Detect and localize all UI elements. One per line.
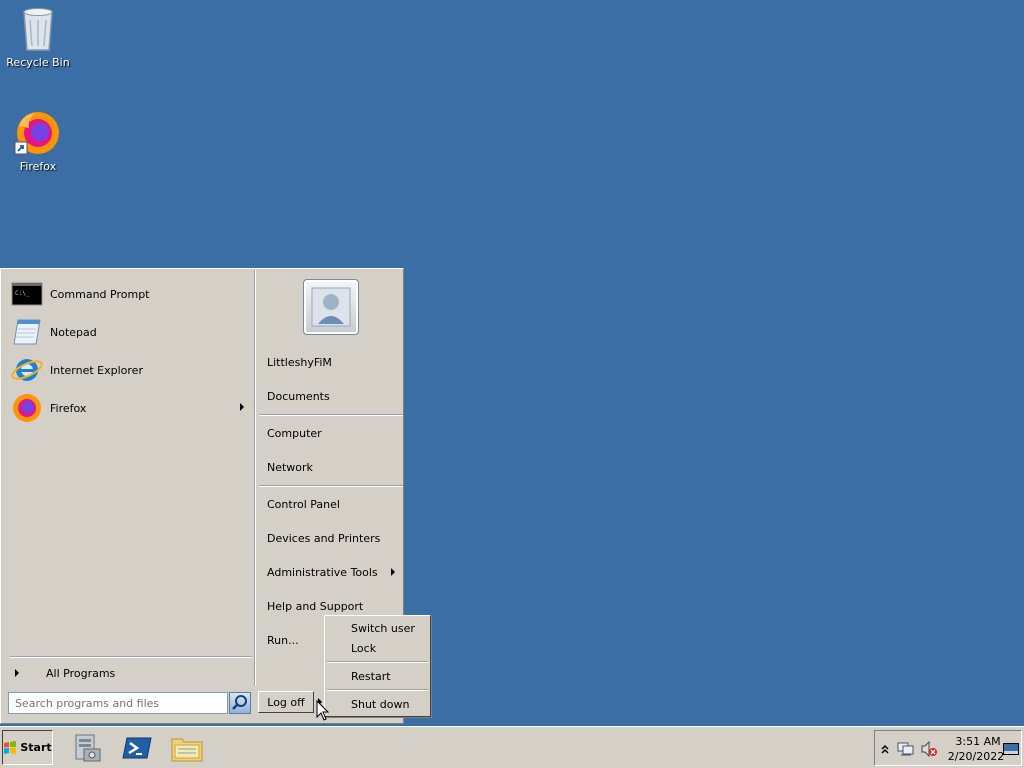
menu-item-switch-user[interactable]: Switch user [351, 619, 415, 637]
submenu-arrow-icon [391, 568, 395, 576]
pinned-label: Notepad [50, 325, 97, 339]
pinned-notepad[interactable]: Notepad [10, 314, 250, 350]
firefox-icon [13, 394, 41, 422]
taskbar-powershell[interactable] [120, 731, 154, 765]
control-panel-link[interactable]: Control Panel [267, 494, 401, 514]
firefox-icon [14, 112, 59, 155]
divider [259, 485, 403, 487]
pinned-internet-explorer[interactable]: Internet Explorer [10, 352, 250, 388]
svg-text:C:\_: C:\_ [15, 290, 30, 297]
divider [327, 661, 428, 663]
pinned-label: Firefox [50, 401, 87, 415]
command-prompt-icon: C:\_ [11, 282, 43, 306]
start-button[interactable]: Start [2, 730, 53, 765]
computer-label: Computer [267, 426, 322, 440]
submenu-arrow-icon [240, 403, 244, 411]
divider [254, 270, 256, 686]
log-off-label: Log off [267, 695, 305, 709]
mouse-cursor-icon [316, 700, 330, 721]
triangle-right-icon [15, 669, 19, 677]
server-manager-icon [75, 734, 101, 762]
menu-item-label: Switch user [351, 621, 415, 635]
clock-time[interactable]: 3:51 AM [953, 735, 1003, 748]
menu-item-restart[interactable]: Restart [351, 667, 391, 685]
network-link[interactable]: Network [267, 457, 401, 477]
user-folder-link[interactable]: LittleshyFiM [267, 352, 401, 372]
divider [327, 689, 428, 691]
user-name-label: LittleshyFiM [267, 355, 332, 369]
help-support-link[interactable]: Help and Support [267, 596, 401, 616]
pinned-command-prompt[interactable]: C:\_ Command Prompt [10, 276, 250, 312]
start-label: Start [20, 741, 52, 754]
windows-logo-icon [4, 740, 17, 754]
menu-item-label: Restart [351, 669, 391, 683]
powershell-icon [122, 737, 152, 759]
internet-explorer-icon [11, 359, 43, 381]
folder-icon [171, 738, 203, 762]
divider [10, 656, 252, 658]
recycle-bin-label: Recycle Bin [6, 56, 70, 69]
search-button[interactable] [229, 692, 251, 714]
taskbar-server-manager[interactable] [70, 731, 104, 765]
shutdown-options-menu: Switch user Lock Restart Shut down [324, 615, 431, 717]
search-icon [232, 695, 247, 710]
show-desktop-icon[interactable] [1003, 743, 1019, 755]
taskbar: Start 3:51 AM 2/20/2022 [0, 726, 1024, 768]
pinned-firefox[interactable]: Firefox [10, 390, 250, 426]
taskbar-file-explorer[interactable] [170, 731, 204, 765]
all-programs-button[interactable]: All Programs [10, 663, 250, 683]
help-support-label: Help and Support [267, 599, 364, 613]
menu-item-lock[interactable]: Lock [351, 639, 376, 657]
log-off-button[interactable]: Log off [258, 691, 314, 713]
control-panel-label: Control Panel [267, 497, 340, 511]
computer-link[interactable]: Computer [267, 423, 401, 443]
all-programs-label: All Programs [46, 666, 116, 680]
administrative-tools-link[interactable]: Administrative Tools [267, 562, 401, 582]
devices-printers-label: Devices and Printers [267, 531, 381, 545]
pinned-label: Internet Explorer [50, 363, 143, 377]
run-label: Run... [267, 633, 299, 647]
devices-printers-link[interactable]: Devices and Printers [267, 528, 401, 548]
start-menu-programs-pane: C:\_ Command Prompt Notepad Internet Exp… [2, 270, 254, 686]
show-hidden-icons-icon[interactable] [880, 743, 890, 755]
system-tray: 3:51 AM 2/20/2022 [874, 730, 1022, 766]
notepad-icon [13, 319, 41, 345]
menu-item-shut-down[interactable]: Shut down [351, 695, 409, 713]
volume-muted-icon[interactable] [920, 741, 938, 757]
firefox-desktop-shortcut[interactable]: Firefox [0, 108, 76, 173]
recycle-bin-icon [23, 8, 53, 51]
user-icon [311, 287, 351, 327]
firefox-desktop-label: Firefox [19, 160, 57, 173]
menu-item-label: Lock [351, 641, 377, 655]
network-label: Network [267, 460, 313, 474]
network-icon[interactable] [897, 741, 915, 757]
pinned-label: Command Prompt [50, 287, 150, 301]
documents-link[interactable]: Documents [267, 386, 401, 406]
clock-date[interactable]: 2/20/2022 [947, 750, 1005, 763]
documents-label: Documents [267, 389, 330, 403]
menu-item-label: Shut down [351, 697, 410, 711]
search-input[interactable] [8, 692, 228, 714]
user-avatar[interactable] [303, 279, 359, 335]
divider [259, 414, 403, 416]
administrative-tools-label: Administrative Tools [267, 565, 378, 579]
recycle-bin-shortcut[interactable]: Recycle Bin [0, 6, 76, 69]
